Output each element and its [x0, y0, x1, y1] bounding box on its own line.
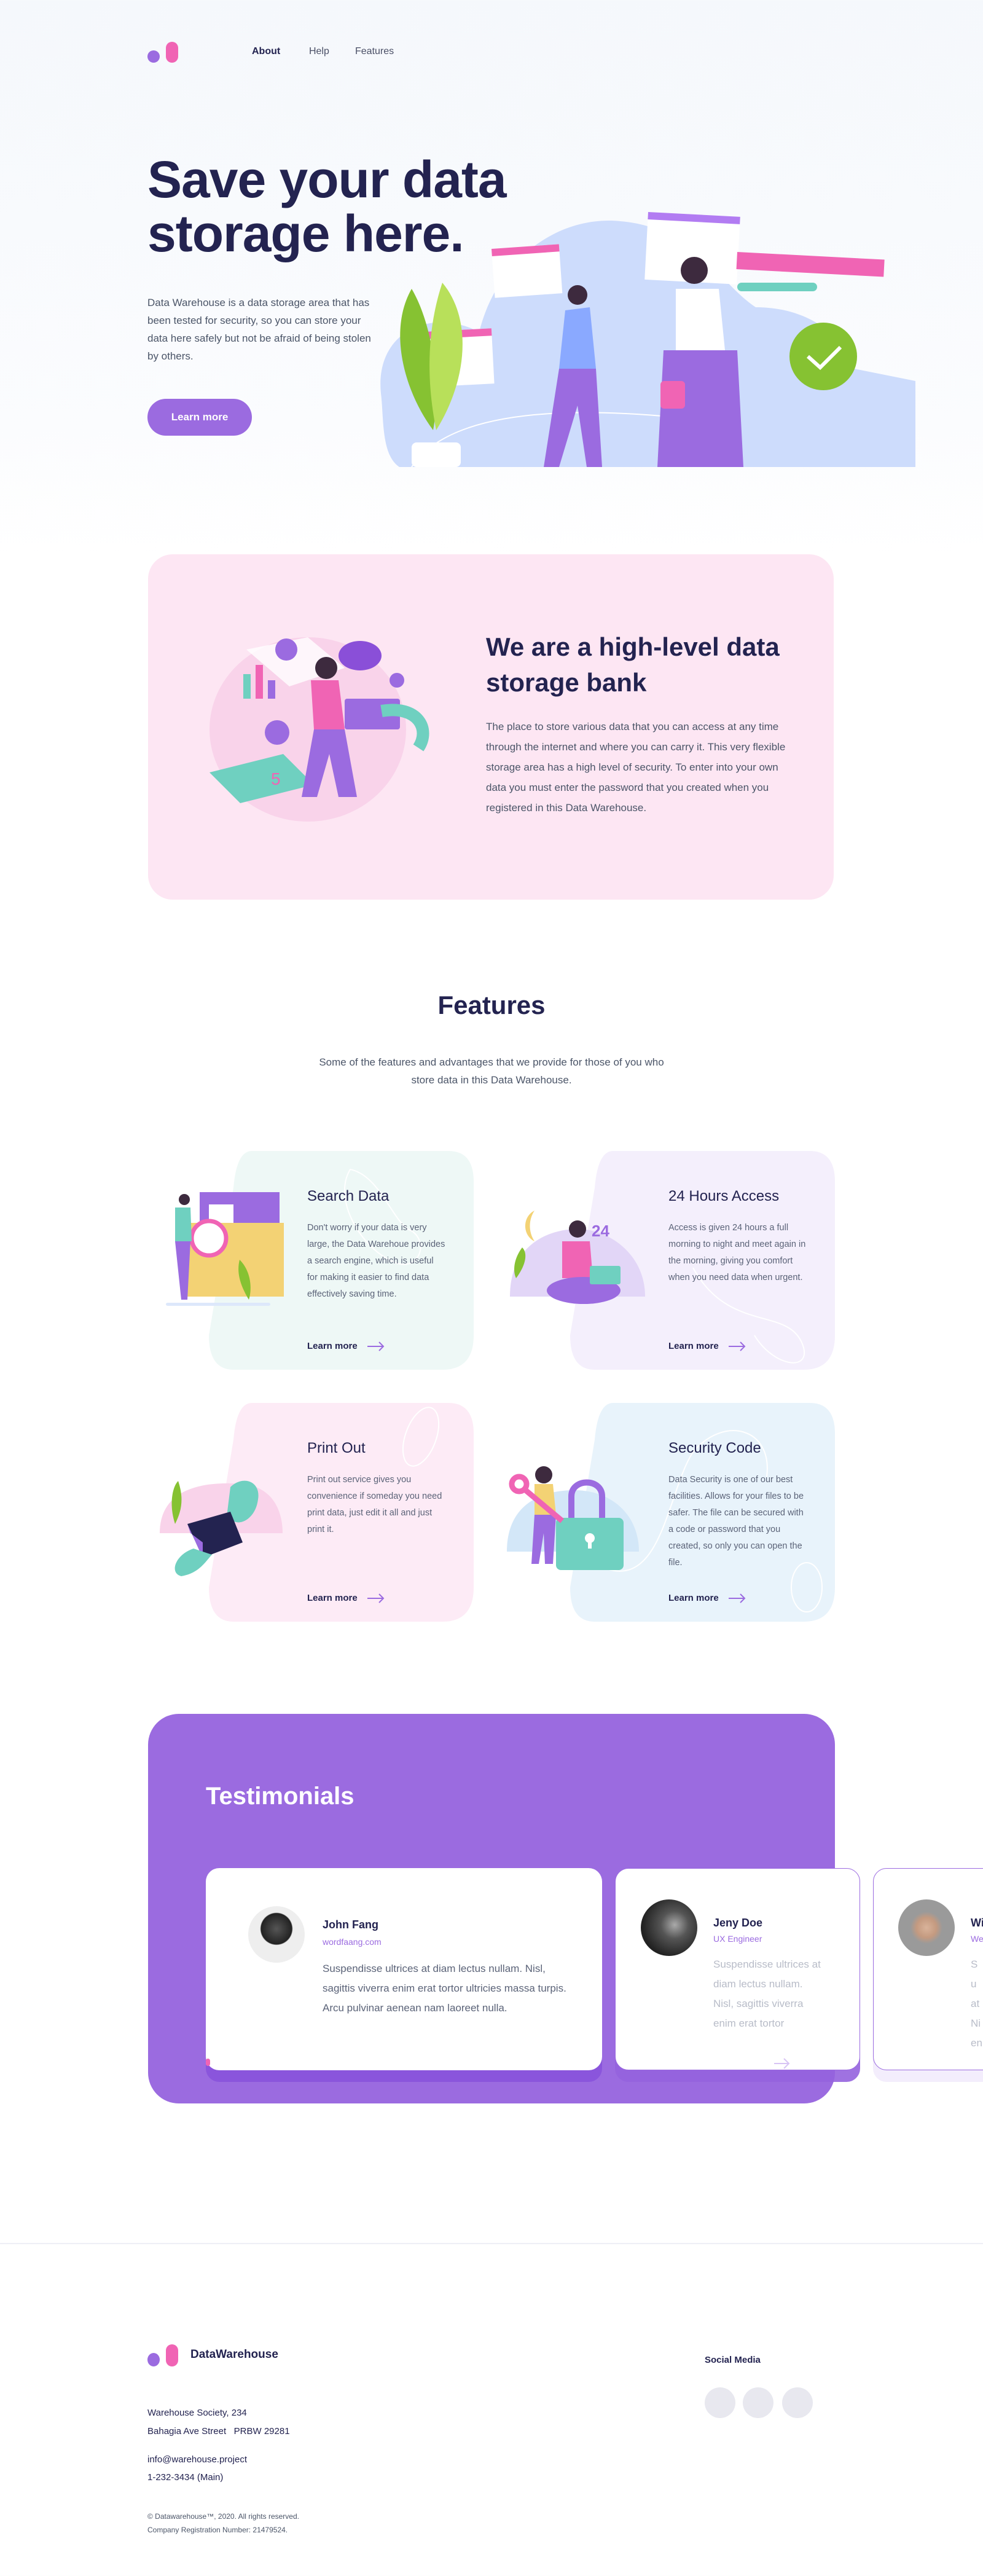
features-title: Features	[437, 991, 546, 1019]
arrow-left-icon[interactable]	[740, 2057, 764, 2070]
svg-text:5: 5	[271, 769, 281, 788]
about-title: We are a high-level data storage bank	[486, 632, 780, 697]
learn-more-button[interactable]: Learn more	[147, 399, 252, 436]
footer-phone[interactable]: 1-232-3434 (Main)	[147, 2472, 223, 2483]
footer-registration: Company Registration Number: 21479524.	[147, 2526, 288, 2534]
learn-more-link[interactable]: Learn more	[307, 1341, 385, 1351]
search-data-illustration	[166, 1192, 284, 1306]
testimonial-card[interactable]: John Fang wordfaang.com Suspendisse ultr…	[206, 1868, 602, 2070]
learn-more-label: Learn more	[668, 1593, 719, 1603]
testimonial-name: John Fang	[323, 1918, 378, 1931]
arrow-right-icon	[728, 1341, 746, 1351]
testimonial-text: Su at Ni en	[971, 1958, 982, 2049]
about-illustration: 5	[210, 637, 429, 822]
social-icon[interactable]	[782, 2387, 813, 2418]
learn-more-label: Learn more	[668, 1341, 719, 1351]
learn-more-link[interactable]: Learn more	[668, 1341, 746, 1351]
dot[interactable]	[231, 2060, 234, 2064]
testimonial-card[interactable]: Jeny Doe UX Engineer Suspendisse ultrice…	[615, 1868, 860, 2070]
feature-text: Print out service gives you convenience …	[307, 1475, 442, 1534]
hero-description: Data Warehouse is a data storage area th…	[147, 297, 371, 362]
testimonial-name: Wi	[971, 1917, 983, 1929]
testimonials-title: Testimonials	[206, 1783, 354, 1810]
access-24h-illustration: 24	[510, 1204, 651, 1315]
social-icon[interactable]	[705, 2387, 735, 2418]
about-section: 5 We are a high-level data storage bank …	[148, 554, 834, 900]
dot[interactable]	[215, 2060, 218, 2064]
arrow-right-icon[interactable]	[774, 2057, 790, 2070]
arrow-right-icon	[367, 1341, 385, 1351]
footer-divider	[0, 2243, 983, 2244]
social-icon[interactable]	[743, 2387, 773, 2418]
footer-email[interactable]: info@warehouse.project	[147, 2454, 247, 2465]
carousel-dots	[206, 2059, 234, 2066]
testimonial-name: Jeny Doe	[713, 1917, 763, 1929]
arrow-right-icon	[728, 1593, 746, 1603]
learn-more-link[interactable]: Learn more	[307, 1593, 385, 1603]
features-subtitle: Some of the features and advantages that…	[319, 1056, 664, 1086]
avatar	[641, 1899, 697, 1956]
feature-title: 24 Hours Access	[668, 1188, 780, 1204]
footer-copyright: © Datawarehouse™, 2020. All rights reser…	[147, 2512, 299, 2521]
feature-title: Print Out	[307, 1440, 366, 1456]
nav-about[interactable]: About	[252, 46, 280, 57]
learn-more-label: Learn more	[307, 1593, 358, 1603]
24-badge: 24	[592, 1222, 609, 1240]
social-media-title: Social Media	[705, 2355, 761, 2365]
avatar	[248, 1906, 305, 1963]
feature-text: Access is given 24 hours a full morning …	[668, 1223, 806, 1282]
feature-text: Don't worry if your data is very large, …	[307, 1223, 445, 1299]
testimonial-role: UX Engineer	[713, 1934, 762, 1944]
dot-active[interactable]	[206, 2059, 210, 2066]
logo[interactable]	[147, 42, 178, 64]
learn-more-link[interactable]: Learn more	[668, 1593, 746, 1603]
feature-text: Data Security is one of our best facilit…	[668, 1475, 804, 1568]
footer-logo[interactable]	[147, 2344, 178, 2366]
learn-more-label: Learn more	[307, 1341, 358, 1351]
footer-brand: DataWarehouse	[190, 2348, 278, 2361]
dot[interactable]	[223, 2060, 226, 2064]
testimonial-role: We	[971, 1934, 983, 1944]
testimonial-text: Suspendisse ultrices at diam lectus null…	[323, 1963, 566, 2014]
nav-features[interactable]: Features	[355, 46, 394, 57]
print-out-illustration	[160, 1480, 283, 1576]
arrow-right-icon	[367, 1593, 385, 1603]
avatar	[898, 1899, 955, 1956]
hero-illustration	[380, 212, 915, 468]
feature-title: Security Code	[668, 1440, 761, 1456]
testimonial-text: Suspendisse ultrices at diam lectus null…	[713, 1958, 821, 2029]
footer-address-line1: Warehouse Society, 234	[147, 2408, 247, 2418]
footer-address-line2: Bahagia Ave Street PRBW 29281	[147, 2426, 290, 2437]
testimonial-card[interactable]: Wi We Su at Ni en	[873, 1868, 983, 2070]
feature-title: Search Data	[307, 1188, 390, 1204]
nav-help[interactable]: Help	[309, 46, 329, 57]
testimonial-role: wordfaang.com	[323, 1937, 382, 1947]
about-description: The place to store various data that you…	[486, 721, 786, 814]
security-code-illustration	[507, 1466, 639, 1570]
